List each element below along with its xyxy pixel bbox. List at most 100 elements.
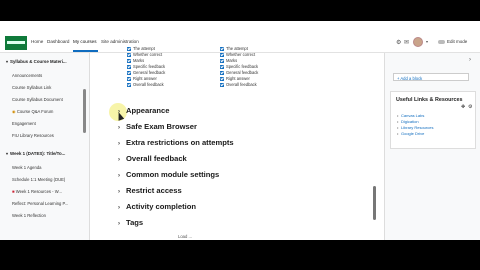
drawer-section-week1[interactable]: ▾ Week 1 (DATES): Title/To...	[6, 151, 65, 156]
checkbox[interactable]	[220, 70, 224, 75]
block-title: Useful Links & Resources	[396, 97, 463, 103]
checkbox[interactable]	[220, 82, 224, 87]
drawer-item[interactable]: FIU Library Resources	[12, 133, 54, 138]
resource-link[interactable]: Canvas Labs	[397, 113, 424, 118]
drawer-item[interactable]: Week 1 Agenda	[12, 165, 42, 170]
review-option[interactable]: Specific feedback	[127, 64, 165, 69]
checkbox[interactable]	[127, 82, 131, 87]
chevron-right-icon[interactable]: ›	[118, 125, 126, 131]
review-option-label: Marks	[226, 58, 238, 63]
letterbox-bottom	[0, 240, 480, 270]
drawer-item[interactable]: Course Syllabus Document	[12, 97, 63, 102]
review-option[interactable]: Marks	[127, 58, 144, 63]
chevron-right-icon[interactable]: ›	[118, 221, 126, 227]
drawer-item[interactable]: Reflect: Personal Learning P...	[12, 201, 68, 206]
checkbox[interactable]	[220, 58, 224, 63]
review-option[interactable]: Overall feedback	[220, 82, 257, 87]
useful-links-block: Useful Links & Resources ✥ ⚙ Canvas Labs…	[390, 91, 476, 149]
section-label: Tags	[126, 218, 144, 227]
chevron-down-icon[interactable]: ▾	[6, 151, 8, 156]
drawer-item[interactable]: ◉ Course Q&A Forum	[12, 109, 53, 114]
review-option[interactable]: Right answer	[127, 76, 157, 81]
add-block-button[interactable]: + Add a block	[393, 73, 469, 81]
notifications-icon[interactable]: ⚙	[396, 39, 401, 46]
close-drawer-icon[interactable]: ›	[469, 57, 471, 63]
review-option-label: Specific feedback	[133, 64, 166, 69]
section-overall-feedback[interactable]: › Overall feedback	[118, 154, 187, 163]
checkbox[interactable]	[220, 46, 224, 51]
checkbox[interactable]	[127, 70, 131, 75]
site-logo[interactable]	[5, 36, 27, 50]
edit-mode-label: Edit mode	[447, 39, 468, 44]
move-icon[interactable]: ✥	[461, 104, 465, 110]
review-option[interactable]: Marks	[220, 58, 237, 63]
review-option[interactable]: Whether correct	[220, 52, 255, 57]
drawer-item-label: Week 1 Resources - W...	[15, 189, 62, 194]
drawer-section-syllabus[interactable]: ▾ Syllabus & Course Materi...	[6, 59, 67, 64]
chevron-right-icon[interactable]: ›	[118, 141, 126, 147]
resource-link[interactable]: Library Resources	[397, 125, 434, 130]
checkbox[interactable]	[127, 46, 131, 51]
review-option[interactable]: Right answer	[220, 76, 250, 81]
review-option[interactable]: Overall feedback	[127, 82, 164, 87]
drawer-item[interactable]: Engagement	[12, 121, 36, 126]
edit-mode-toggle[interactable]	[438, 40, 445, 44]
chevron-down-icon[interactable]: ▾	[6, 59, 8, 64]
drawer-item[interactable]: Week 1 Reflection	[12, 213, 46, 218]
checkbox[interactable]	[127, 76, 131, 81]
section-restrict-access[interactable]: › Restrict access	[118, 186, 182, 195]
checkbox[interactable]	[220, 64, 224, 69]
nav-dashboard[interactable]: Dashboard	[47, 39, 69, 44]
review-option[interactable]: Whether correct	[127, 52, 162, 57]
course-index-drawer: ▾ Syllabus & Course Materi... Announcemen…	[0, 53, 90, 240]
review-option[interactable]: General feedback	[127, 70, 165, 75]
nav-home[interactable]: Home	[31, 39, 43, 44]
drawer-section-label: Syllabus & Course Materi...	[10, 59, 67, 64]
review-option-label: The attempt	[226, 46, 248, 51]
section-safe-exam-browser[interactable]: › Safe Exam Browser	[118, 122, 197, 131]
user-avatar[interactable]	[413, 37, 423, 47]
review-option-label: Overall feedback	[226, 82, 257, 87]
drawer-item-label: Course Q&A Forum	[16, 109, 54, 114]
review-option[interactable]: Specific feedback	[220, 64, 258, 69]
checkbox[interactable]	[220, 52, 224, 57]
checkbox[interactable]	[220, 76, 224, 81]
drawer-item[interactable]: Course Syllabus Link	[12, 85, 51, 90]
review-option[interactable]: The attempt	[127, 46, 155, 51]
review-option-label: The attempt	[133, 46, 155, 51]
review-option-label: General feedback	[226, 70, 259, 75]
section-label: Common module settings	[126, 170, 220, 179]
main-scrollbar[interactable]	[373, 186, 376, 220]
letterbox-top	[0, 0, 480, 21]
review-option-label: General feedback	[133, 70, 166, 75]
resource-link[interactable]: Google Drive	[397, 131, 424, 136]
chevron-right-icon[interactable]: ›	[118, 157, 126, 163]
section-extra-restrictions[interactable]: › Extra restrictions on attempts	[118, 138, 234, 147]
checkbox[interactable]	[127, 52, 131, 57]
drawer-section-label: Week 1 (DATES): Title/To...	[10, 151, 66, 156]
drawer-scrollbar[interactable]	[83, 89, 86, 133]
checkbox[interactable]	[127, 58, 131, 63]
messages-icon[interactable]: ✉	[404, 39, 409, 46]
drawer-item[interactable]: Schedule 1:1 Meeting (DUE)	[12, 177, 65, 182]
review-option-label: Whether correct	[226, 52, 256, 57]
chevron-down-icon[interactable]: ▾	[426, 39, 428, 44]
chevron-right-icon[interactable]: ›	[118, 205, 126, 211]
review-option-label: Overall feedback	[133, 82, 164, 87]
section-label: Restrict access	[126, 186, 182, 195]
checkbox[interactable]	[127, 64, 131, 69]
resource-link[interactable]: Digication	[397, 119, 418, 124]
drawer-item[interactable]: Announcements	[12, 73, 42, 78]
chevron-right-icon[interactable]: ›	[118, 173, 126, 179]
gear-icon[interactable]: ⚙	[468, 104, 472, 110]
section-activity-completion[interactable]: › Activity completion	[118, 202, 196, 211]
review-option[interactable]: General feedback	[220, 70, 258, 75]
section-label: Overall feedback	[126, 154, 187, 163]
section-appearance[interactable]: › Appearance	[118, 106, 169, 115]
drawer-item[interactable]: ■ Week 1 Resources - W...	[12, 189, 62, 194]
review-option[interactable]: The attempt	[220, 46, 248, 51]
chevron-right-icon[interactable]: ›	[118, 189, 126, 195]
section-tags[interactable]: › Tags	[118, 218, 143, 227]
review-option-label: Right answer	[133, 76, 157, 81]
section-common-module-settings[interactable]: › Common module settings	[118, 170, 219, 179]
